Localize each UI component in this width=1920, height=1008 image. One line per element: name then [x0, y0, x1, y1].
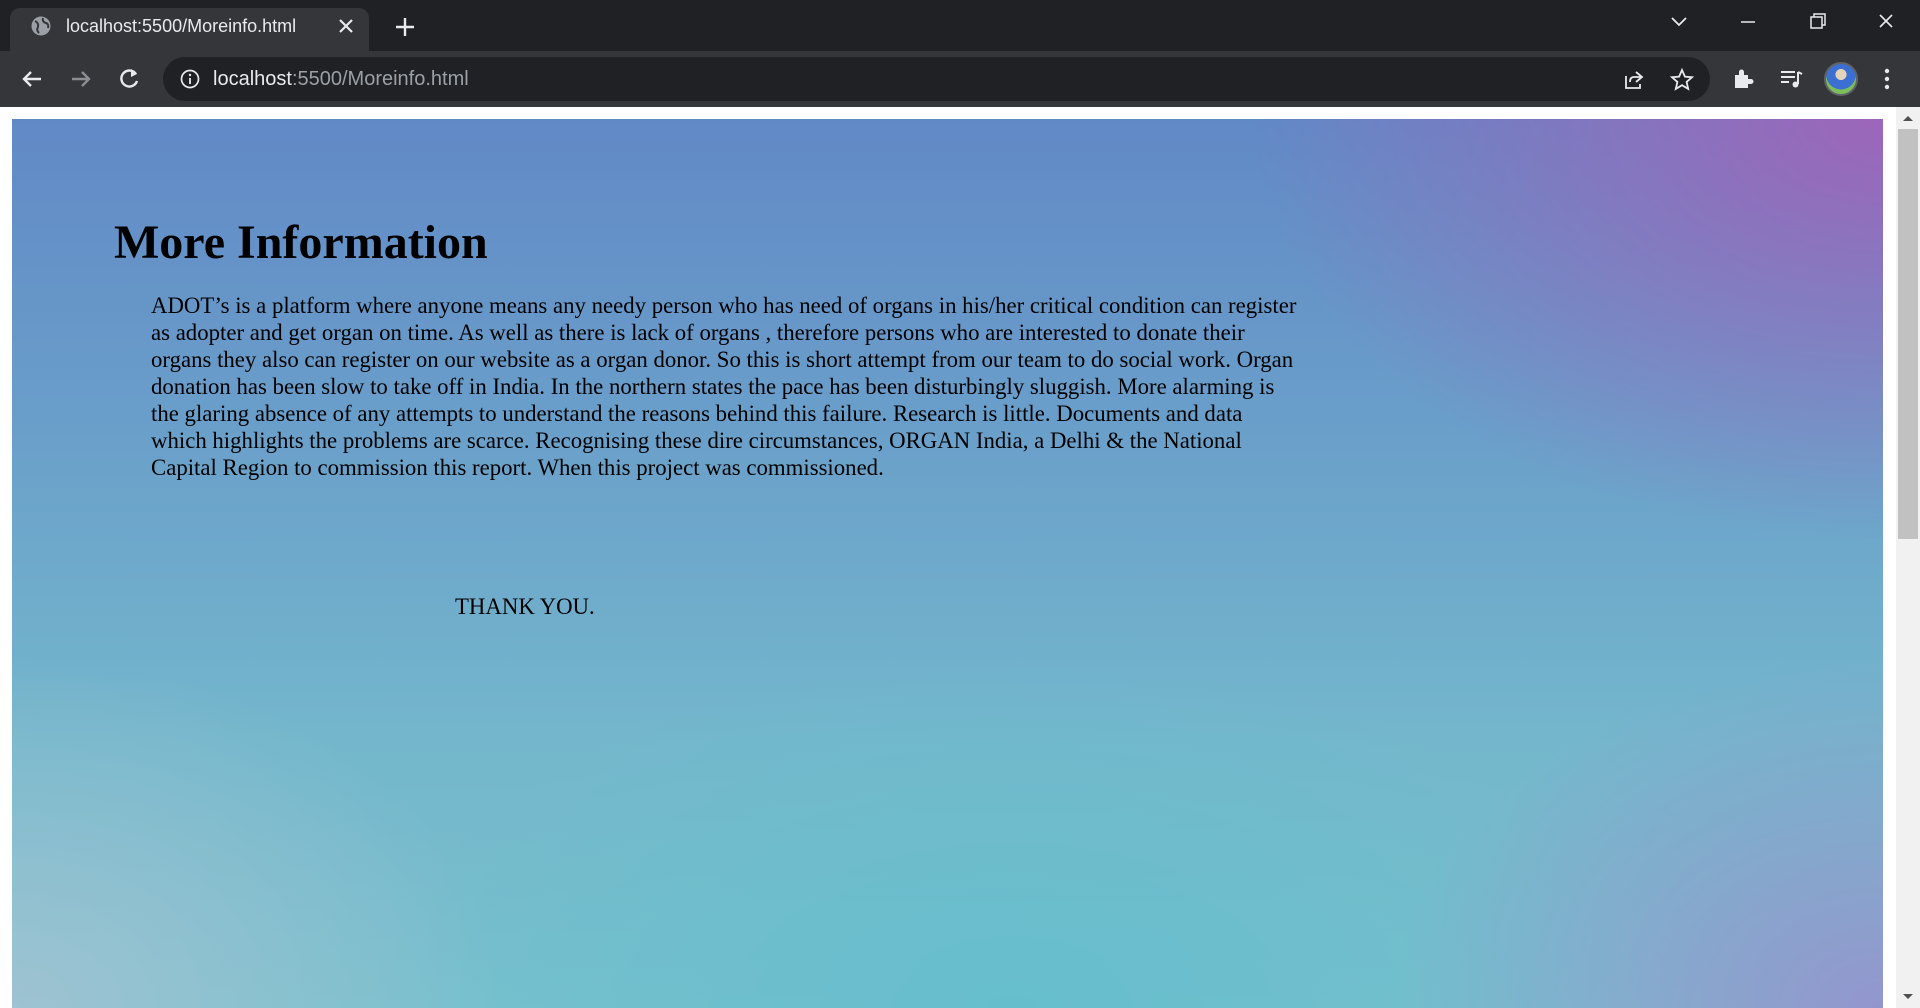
browser-toolbar: localhost:5500/Moreinfo.html — [0, 51, 1920, 107]
scroll-up-arrow-icon[interactable] — [1896, 109, 1920, 127]
plus-icon[interactable] — [391, 13, 419, 41]
browser-titlebar: localhost:5500/Moreinfo.html — [0, 0, 1920, 51]
gradient-page: More Information ADOT’s is a platform wh… — [12, 119, 1883, 1008]
minimize-icon[interactable] — [1731, 8, 1765, 36]
restore-icon[interactable] — [1800, 8, 1834, 36]
scrollbar-thumb[interactable] — [1898, 129, 1918, 539]
chevron-down-icon[interactable] — [1662, 8, 1696, 36]
page-title: More Information — [114, 216, 488, 269]
globe-icon — [31, 16, 51, 36]
star-icon[interactable] — [1669, 67, 1695, 93]
back-arrow-icon[interactable] — [17, 64, 47, 94]
page-viewport: More Information ADOT’s is a platform wh… — [0, 107, 1920, 1008]
browser-tab[interactable]: localhost:5500/Moreinfo.html — [10, 8, 369, 51]
share-icon[interactable] — [1621, 67, 1647, 93]
thank-you-text: THANK YOU. — [455, 594, 595, 619]
url-host: localhost — [213, 68, 292, 90]
window-close-icon[interactable] — [1869, 8, 1903, 36]
tab-title: localhost:5500/Moreinfo.html — [66, 16, 297, 36]
info-paragraph: ADOT’s is a platform where anyone means … — [151, 293, 1297, 480]
scroll-down-arrow-icon[interactable] — [1896, 988, 1920, 1006]
extensions-icon[interactable] — [1728, 64, 1758, 94]
address-bar[interactable]: localhost:5500/Moreinfo.html — [163, 57, 1710, 101]
menu-icon[interactable] — [1872, 64, 1902, 94]
close-icon[interactable] — [336, 16, 356, 36]
vertical-scrollbar[interactable] — [1896, 107, 1920, 1008]
info-icon[interactable] — [179, 68, 201, 90]
avatar[interactable] — [1824, 62, 1858, 96]
url-path: :5500/Moreinfo.html — [291, 68, 469, 90]
reload-icon[interactable] — [114, 64, 144, 94]
url-text[interactable]: localhost:5500/Moreinfo.html — [213, 68, 469, 90]
forward-arrow-icon[interactable] — [66, 64, 96, 94]
media-icon[interactable] — [1776, 64, 1806, 94]
